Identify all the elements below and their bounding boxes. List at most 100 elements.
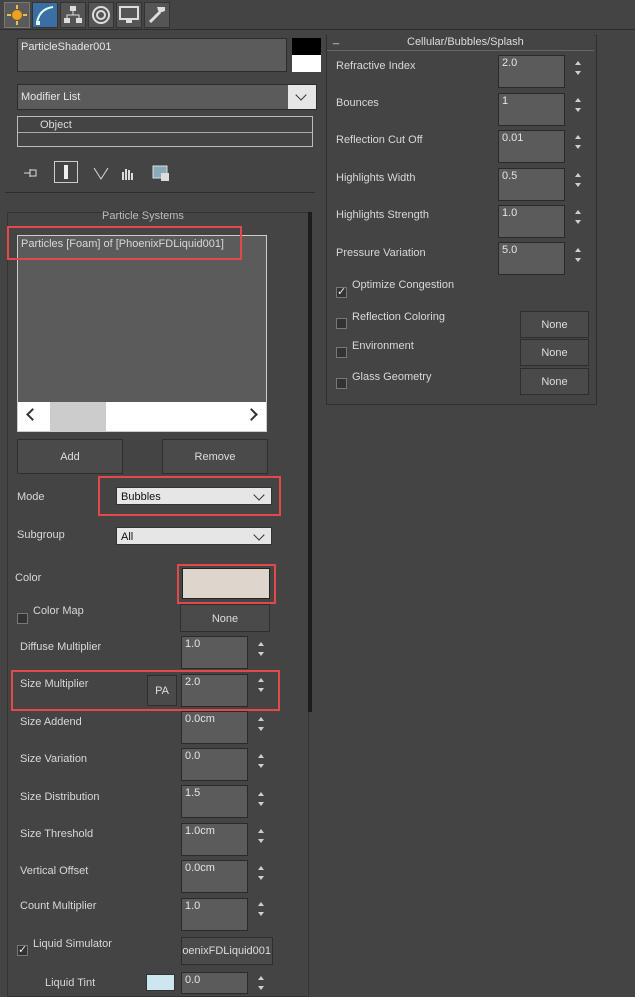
size-threshold-input[interactable]: 1.0cm (181, 823, 248, 856)
tab-utilities[interactable] (144, 2, 170, 28)
reflection-coloring-label: Reflection Coloring (352, 311, 445, 323)
highlight-size-multiplier (11, 670, 280, 711)
collapse-icon[interactable]: _ (333, 33, 339, 45)
bounces-spinner[interactable] (573, 96, 583, 114)
reflection-cutoff-input[interactable]: 0.01 (498, 130, 565, 163)
subgroup-label: Subgroup (17, 529, 65, 541)
highlight-mode (98, 476, 281, 516)
object-name-field[interactable]: ParticleShader001 (17, 38, 287, 72)
configure-modifier-sets-icon[interactable] (152, 164, 170, 182)
pin-stack-icon[interactable] (22, 164, 40, 182)
modifier-list-dropdown[interactable]: Modifier List (17, 84, 317, 110)
environment-checkbox[interactable] (336, 347, 347, 358)
pressure-variation-label: Pressure Variation (336, 247, 426, 259)
refractive-index-spinner[interactable] (573, 59, 583, 77)
modify-icon (36, 6, 54, 25)
optimize-congestion-label: Optimize Congestion (352, 279, 455, 291)
highlights-width-spinner[interactable] (573, 171, 583, 189)
highlights-strength-label: Highlights Strength (336, 209, 429, 221)
tab-display[interactable] (116, 2, 142, 28)
rollout-scrollbar[interactable] (308, 212, 312, 712)
stack-item-object[interactable]: Object (40, 119, 72, 131)
environment-label: Environment (352, 340, 414, 352)
liquid-simulator-value: PhoenixFDLiquid001 (182, 945, 271, 957)
size-distribution-spinner[interactable] (256, 790, 266, 808)
size-variation-input[interactable]: 0.0 (181, 748, 248, 781)
add-button[interactable]: Add (17, 439, 123, 474)
cellular-bubbles-header[interactable]: _ Cellular/Bubbles/Splash (327, 33, 594, 51)
count-multiplier-input[interactable]: 1.0 (181, 898, 248, 931)
tab-modify[interactable] (32, 2, 58, 28)
liquid-tint-spinner[interactable] (256, 974, 266, 992)
count-multiplier-spinner[interactable] (256, 900, 266, 918)
display-icon (119, 6, 139, 23)
tab-hierarchy[interactable] (60, 2, 86, 28)
size-addend-input[interactable]: 0.0cm (181, 711, 248, 744)
size-distribution-label: Size Distribution (20, 791, 100, 803)
pressure-variation-spinner[interactable] (573, 246, 583, 264)
scroll-right-icon[interactable] (245, 408, 258, 421)
size-threshold-label: Size Threshold (20, 828, 94, 840)
particle-systems-list[interactable]: Particles [Foam] of [PhoenixFDLiquid001] (17, 235, 267, 432)
liquid-tint-input[interactable]: 0.0 (181, 972, 248, 994)
liquid-tint-swatch[interactable] (146, 974, 175, 991)
modifier-stack[interactable]: Object (17, 116, 313, 147)
show-end-result-icon[interactable] (54, 161, 78, 183)
highlights-strength-input[interactable]: 1.0 (498, 205, 565, 238)
highlights-strength-spinner[interactable] (573, 208, 583, 226)
size-variation-label: Size Variation (20, 753, 88, 765)
liquid-tint-label: Liquid Tint (45, 977, 96, 989)
highlights-width-input[interactable]: 0.5 (498, 168, 565, 201)
count-multiplier-label: Count Multiplier (20, 900, 97, 912)
subgroup-dropdown[interactable]: All (116, 527, 272, 545)
diffuse-multiplier-spinner[interactable] (256, 640, 266, 658)
size-distribution-input[interactable]: 1.5 (181, 785, 248, 818)
remove-modifier-icon[interactable] (118, 164, 136, 182)
list-horizontal-scrollbar[interactable] (18, 402, 266, 431)
reflection-coloring-checkbox[interactable] (336, 318, 347, 329)
create-icon (7, 5, 27, 25)
mode-label: Mode (17, 491, 45, 503)
reflection-cutoff-spinner[interactable] (573, 133, 583, 151)
make-unique-icon[interactable] (92, 164, 110, 182)
highlight-color (177, 564, 276, 604)
color-map-checkbox[interactable] (17, 613, 28, 624)
refractive-index-input[interactable]: 2.0 (498, 55, 565, 88)
environment-button[interactable]: None (520, 339, 589, 366)
reflection-coloring-button[interactable]: None (520, 311, 589, 338)
liquid-simulator-picker[interactable]: PhoenixFDLiquid001 (181, 937, 273, 965)
highlights-width-label: Highlights Width (336, 172, 416, 184)
glass-geometry-label: Glass Geometry (352, 371, 432, 383)
scroll-left-icon[interactable] (26, 408, 39, 421)
size-addend-spinner[interactable] (256, 715, 266, 733)
chevron-down-icon (253, 529, 265, 541)
vertical-offset-label: Vertical Offset (20, 865, 89, 877)
glass-geometry-checkbox[interactable] (336, 378, 347, 389)
tab-motion[interactable] (88, 2, 114, 28)
subgroup-value: All (121, 531, 134, 543)
color-map-button[interactable]: None (180, 604, 270, 632)
vertical-offset-spinner[interactable] (256, 864, 266, 882)
highlight-particle-item (7, 226, 242, 260)
diffuse-multiplier-input[interactable]: 1.0 (181, 636, 248, 669)
object-color-swatch[interactable] (292, 38, 321, 72)
bounces-input[interactable]: 1 (498, 93, 565, 126)
size-variation-spinner[interactable] (256, 752, 266, 770)
cellular-bubbles-title: Cellular/Bubbles/Splash (407, 36, 524, 48)
remove-button[interactable]: Remove (162, 439, 268, 474)
scrollbar-thumb[interactable] (50, 402, 106, 431)
motion-icon (92, 6, 110, 24)
modifier-list-label: Modifier List (21, 91, 81, 103)
liquid-simulator-checkbox[interactable] (17, 943, 28, 956)
stack-divider (5, 192, 315, 193)
bounces-label: Bounces (336, 97, 379, 109)
glass-geometry-button[interactable]: None (520, 368, 589, 395)
size-threshold-spinner[interactable] (256, 827, 266, 845)
diffuse-multiplier-label: Diffuse Multiplier (20, 641, 102, 653)
tab-create[interactable] (4, 2, 30, 28)
optimize-congestion-checkbox[interactable] (336, 285, 347, 298)
pressure-variation-input[interactable]: 5.0 (498, 242, 565, 275)
color-map-label: Color Map (33, 605, 84, 617)
vertical-offset-input[interactable]: 0.0cm (181, 860, 248, 893)
particle-systems-title: Particle Systems (102, 210, 184, 222)
